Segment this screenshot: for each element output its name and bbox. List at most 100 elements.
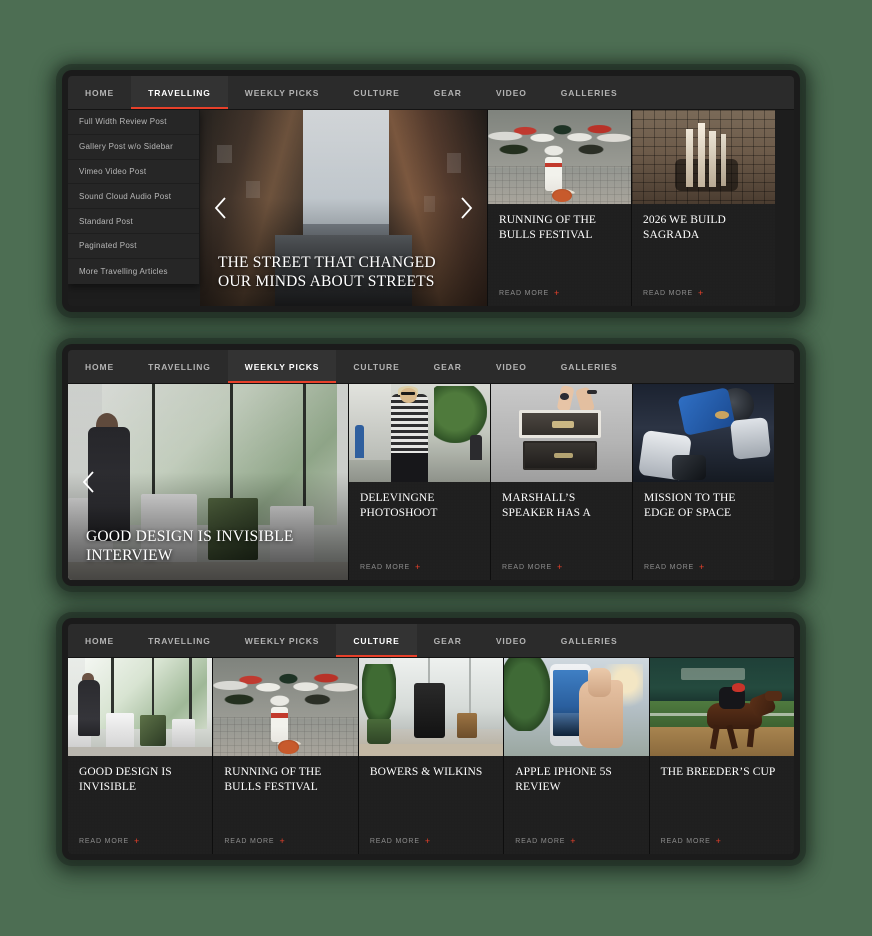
- nav-item-weekly-picks[interactable]: WEEKLY PICKS: [228, 76, 337, 109]
- nav-item-galleries[interactable]: GALLERIES: [544, 624, 635, 657]
- dropdown-item-label: Standard Post: [79, 216, 133, 226]
- card-body: MISSION TO THE EDGE OF SPACE READ MORE +: [633, 482, 774, 580]
- bull-run-crowd-photo: [213, 658, 358, 756]
- nav-item-video[interactable]: VIDEO: [479, 624, 544, 657]
- dropdown-item-vimeo-video-post[interactable]: Vimeo Video Post: [68, 160, 199, 185]
- card-body: MARSHALL’S SPEAKER HAS A READ MORE +: [491, 482, 632, 580]
- navbar-weekly-picks: HOME TRAVELLING WEEKLY PICKS CULTURE GEA…: [68, 350, 794, 384]
- nav-item-video[interactable]: VIDEO: [479, 76, 544, 109]
- card-mission-edge-of-space[interactable]: MISSION TO THE EDGE OF SPACE READ MORE +: [632, 384, 774, 580]
- card-apple-iphone-5s-review[interactable]: APPLE IPHONE 5S REVIEW READ MORE +: [503, 658, 649, 854]
- card-body: GOOD DESIGN IS INVISIBLE READ MORE +: [68, 756, 212, 854]
- dropdown-item-gallery-post-wo-sidebar[interactable]: Gallery Post w/o Sidebar: [68, 135, 199, 160]
- card-thumbnail: [213, 658, 358, 756]
- read-more-label: READ MORE: [660, 838, 711, 845]
- card-title: DELEVINGNE PHOTOSHOOT: [360, 492, 438, 520]
- dropdown-item-label: Gallery Post w/o Sidebar: [79, 142, 174, 152]
- dropdown-item-label: Full Width Review Post: [79, 117, 167, 127]
- read-more-label: READ MORE: [79, 838, 130, 845]
- card-running-of-the-bulls[interactable]: RUNNING OF THE BULLS FESTIVAL READ MORE …: [212, 658, 358, 854]
- nav-label-galleries: GALLERIES: [560, 361, 618, 372]
- plus-icon: +: [715, 836, 722, 846]
- dropdown-item-paginated-post[interactable]: Paginated Post: [68, 234, 199, 259]
- card-bowers-wilkins[interactable]: BOWERS & WILKINS READ MORE +: [357, 658, 504, 854]
- chevron-right-icon[interactable]: [455, 193, 477, 223]
- dropdown-item-label: More Travelling Articles: [79, 266, 168, 276]
- chevron-left-icon[interactable]: [78, 467, 100, 497]
- plus-icon: +: [557, 562, 564, 572]
- horse-racing-photo: [649, 658, 794, 756]
- travelling-dropdown-menu: Full Width Review Post Gallery Post w/o …: [68, 110, 200, 284]
- dropdown-item-sound-cloud-audio-post[interactable]: Sound Cloud Audio Post: [68, 184, 199, 210]
- nav-item-gear[interactable]: GEAR: [417, 76, 479, 109]
- nav-item-weekly-picks[interactable]: WEEKLY PICKS: [227, 350, 337, 383]
- nav-label-home: HOME: [85, 87, 115, 98]
- chevron-left-icon[interactable]: [210, 193, 232, 223]
- nav-item-gear[interactable]: GEAR: [417, 350, 479, 383]
- card-title: APPLE IPHONE 5S REVIEW: [515, 766, 612, 794]
- nav-item-home[interactable]: HOME: [68, 76, 131, 109]
- card-title: RUNNING OF THE BULLS FESTIVAL: [499, 214, 597, 242]
- plus-icon: +: [570, 836, 577, 846]
- read-more-link[interactable]: READ MORE +: [644, 563, 705, 572]
- hero-slider-travelling[interactable]: THE STREET THAT CHANGED OUR MINDS ABOUT …: [200, 110, 487, 306]
- nav-item-home[interactable]: HOME: [68, 350, 131, 383]
- card-the-breeders-cup[interactable]: THE BREEDER’S CUP READ MORE +: [648, 658, 794, 854]
- dropdown-item-standard-post[interactable]: Standard Post: [68, 209, 199, 234]
- read-more-link[interactable]: READ MORE +: [79, 837, 140, 846]
- card-marshall-speaker[interactable]: MARSHALL’S SPEAKER HAS A READ MORE +: [490, 384, 632, 580]
- nav-item-travelling[interactable]: TRAVELLING: [131, 624, 228, 657]
- card-body: 2026 WE BUILD SAGRADA READ MORE +: [632, 204, 775, 306]
- navbar-travelling: HOME TRAVELLING WEEKLY PICKS CULTURE GEA…: [68, 76, 794, 110]
- card-body: DELEVINGNE PHOTOSHOOT READ MORE +: [349, 482, 490, 580]
- nav-label-galleries: GALLERIES: [560, 87, 618, 98]
- read-more-label: READ MORE: [644, 564, 695, 571]
- read-more-link[interactable]: READ MORE +: [224, 837, 285, 846]
- nav-label-culture: CULTURE: [353, 87, 400, 98]
- read-more-link[interactable]: READ MORE +: [643, 289, 704, 298]
- nav-item-culture[interactable]: CULTURE: [336, 350, 416, 383]
- nav-item-travelling[interactable]: TRAVELLING: [131, 76, 228, 109]
- plus-icon: +: [279, 836, 286, 846]
- card-thumbnail: [349, 384, 490, 482]
- read-more-link[interactable]: READ MORE +: [370, 837, 431, 846]
- read-more-link[interactable]: READ MORE +: [502, 563, 563, 572]
- plus-icon: +: [134, 836, 141, 846]
- card-sagrada[interactable]: 2026 WE BUILD SAGRADA READ MORE +: [631, 110, 775, 306]
- dropdown-item-label: Paginated Post: [79, 241, 137, 251]
- panel-weekly-picks: HOME TRAVELLING WEEKLY PICKS CULTURE GEA…: [62, 344, 800, 586]
- plus-icon: +: [424, 836, 431, 846]
- card-good-design-is-invisible[interactable]: GOOD DESIGN IS INVISIBLE READ MORE +: [68, 658, 213, 854]
- dropdown-item-more-travelling-articles[interactable]: More Travelling Articles: [68, 259, 199, 284]
- nav-label-culture: CULTURE: [353, 361, 400, 372]
- nav-item-video[interactable]: VIDEO: [479, 350, 544, 383]
- nav-item-travelling[interactable]: TRAVELLING: [131, 350, 228, 383]
- nav-item-culture[interactable]: CULTURE: [336, 76, 416, 109]
- hero-title: THE STREET THAT CHANGED OUR MINDS ABOUT …: [218, 254, 436, 291]
- card-delevingne-photoshoot[interactable]: DELEVINGNE PHOTOSHOOT READ MORE +: [348, 384, 490, 580]
- nav-item-weekly-picks[interactable]: WEEKLY PICKS: [228, 624, 337, 657]
- nav-item-culture[interactable]: CULTURE: [336, 624, 417, 657]
- nav-item-gear[interactable]: GEAR: [417, 624, 479, 657]
- read-more-link[interactable]: READ MORE +: [661, 837, 722, 846]
- card-thumbnail: [68, 658, 213, 756]
- nav-item-galleries[interactable]: GALLERIES: [544, 76, 635, 109]
- nav-label-travelling: TRAVELLING: [148, 361, 211, 372]
- hero-title: GOOD DESIGN IS INVISIBLE INTERVIEW: [86, 528, 294, 565]
- panel-weekly-picks-body: GOOD DESIGN IS INVISIBLE INTERVIEW DELEV…: [68, 384, 794, 580]
- card-title: MISSION TO THE EDGE OF SPACE: [644, 492, 736, 520]
- card-title: 2026 WE BUILD SAGRADA: [643, 214, 726, 242]
- read-more-link[interactable]: READ MORE +: [360, 563, 421, 572]
- nav-item-galleries[interactable]: GALLERIES: [544, 350, 635, 383]
- hero-slider-weekly-picks[interactable]: GOOD DESIGN IS INVISIBLE INTERVIEW: [68, 384, 348, 580]
- nav-label-video: VIDEO: [495, 87, 527, 98]
- panel-culture-body: GOOD DESIGN IS INVISIBLE READ MORE + RUN…: [68, 658, 794, 854]
- card-running-of-the-bulls[interactable]: RUNNING OF THE BULLS FESTIVAL READ MORE …: [487, 110, 631, 306]
- nav-item-home[interactable]: HOME: [68, 624, 131, 657]
- read-more-link[interactable]: READ MORE +: [499, 289, 560, 298]
- read-more-link[interactable]: READ MORE +: [515, 837, 576, 846]
- dropdown-item-label: Sound Cloud Audio Post: [79, 191, 172, 201]
- nav-label-culture: CULTURE: [353, 635, 400, 646]
- dropdown-item-full-width-review-post[interactable]: Full Width Review Post: [68, 110, 199, 135]
- card-thumbnail: [649, 658, 794, 756]
